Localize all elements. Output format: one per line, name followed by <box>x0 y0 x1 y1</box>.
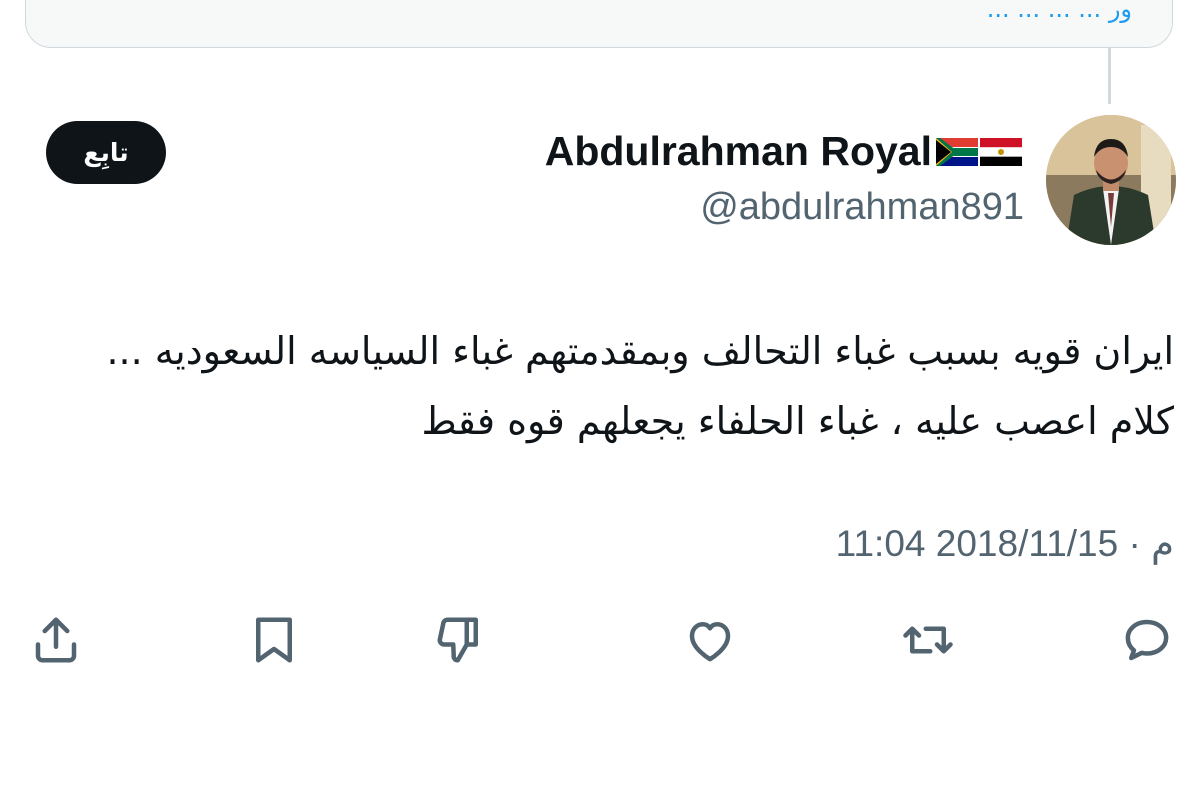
like-button[interactable] <box>680 610 740 670</box>
dislike-button[interactable] <box>430 610 490 670</box>
quoted-tweet-card[interactable]: ور ... ... ... ... <box>25 0 1173 48</box>
avatar-photo <box>1046 115 1176 245</box>
reply-icon <box>1125 619 1169 661</box>
tweet-page: ور ... ... ... ... Abdulrahman Royal @ab… <box>0 0 1200 798</box>
quoted-tweet-text: ور ... ... ... ... <box>986 0 1132 23</box>
like-icon <box>689 622 731 662</box>
author-name-text: Abdulrahman Royal <box>544 128 932 174</box>
flag-emojis <box>936 137 1022 166</box>
thread-connector-line <box>1108 48 1111 104</box>
egypt-flag-icon <box>980 137 1022 166</box>
avatar[interactable] <box>1046 115 1176 245</box>
tweet-text: ايران قويه بسبب غباء التحالف وبمقدمتهم غ… <box>106 329 1174 443</box>
author-display-name[interactable]: Abdulrahman Royal <box>545 128 1022 175</box>
reply-button[interactable] <box>1117 610 1177 670</box>
retweet-icon <box>903 626 953 654</box>
bookmark-icon <box>256 617 292 663</box>
tweet-timestamp[interactable]: 11:04 م · 2018/11/15 <box>836 522 1174 565</box>
retweet-button[interactable] <box>898 610 958 670</box>
follow-button[interactable]: تابِع <box>46 121 166 184</box>
tweet-action-bar <box>0 610 1200 670</box>
bookmark-button[interactable] <box>244 610 304 670</box>
south-africa-flag-icon <box>936 137 978 166</box>
share-button[interactable] <box>26 610 86 670</box>
author-handle[interactable]: @abdulrahman891 <box>700 186 1024 229</box>
dislike-icon <box>437 617 478 663</box>
share-icon <box>35 617 77 663</box>
